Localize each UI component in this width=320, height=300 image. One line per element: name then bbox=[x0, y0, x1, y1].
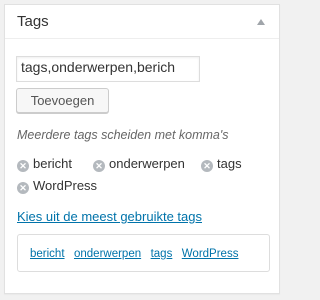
tag-cloud-link[interactable]: bericht bbox=[30, 248, 65, 260]
add-tag-button[interactable]: Toevoegen bbox=[16, 88, 109, 113]
tag-input[interactable]: tags,onderwerpen,berich bbox=[16, 56, 200, 82]
tag-label: onderwerpen bbox=[109, 156, 185, 171]
tag-item: ✕ WordPress bbox=[17, 177, 97, 195]
popular-tags-link[interactable]: Kies uit de meest gebruikte tags bbox=[17, 209, 202, 224]
tag-cloud: bericht onderwerpen tags WordPress bbox=[17, 234, 270, 272]
tag-label: tags bbox=[217, 156, 242, 171]
tag-item: ✕ onderwerpen bbox=[93, 155, 185, 173]
collapse-triangle-icon[interactable] bbox=[257, 19, 265, 25]
tag-cloud-link[interactable]: tags bbox=[151, 248, 173, 260]
panel-title: Tags bbox=[17, 13, 49, 30]
tag-label: WordPress bbox=[33, 178, 98, 193]
tags-panel: Tags tags,onderwerpen,berich Toevoegen M… bbox=[4, 4, 280, 294]
tag-item: ✕ bericht bbox=[17, 155, 72, 173]
panel-header[interactable]: Tags bbox=[5, 5, 279, 39]
tag-separator-hint: Meerdere tags scheiden met komma's bbox=[17, 128, 229, 142]
tag-cloud-link[interactable]: WordPress bbox=[182, 248, 239, 260]
remove-icon[interactable]: ✕ bbox=[93, 160, 105, 172]
tag-cloud-link[interactable]: onderwerpen bbox=[74, 248, 141, 260]
tag-label: bericht bbox=[33, 156, 73, 171]
remove-icon[interactable]: ✕ bbox=[201, 160, 213, 172]
remove-icon[interactable]: ✕ bbox=[17, 182, 29, 194]
tag-item: ✕ tags bbox=[201, 155, 242, 173]
remove-icon[interactable]: ✕ bbox=[17, 160, 29, 172]
